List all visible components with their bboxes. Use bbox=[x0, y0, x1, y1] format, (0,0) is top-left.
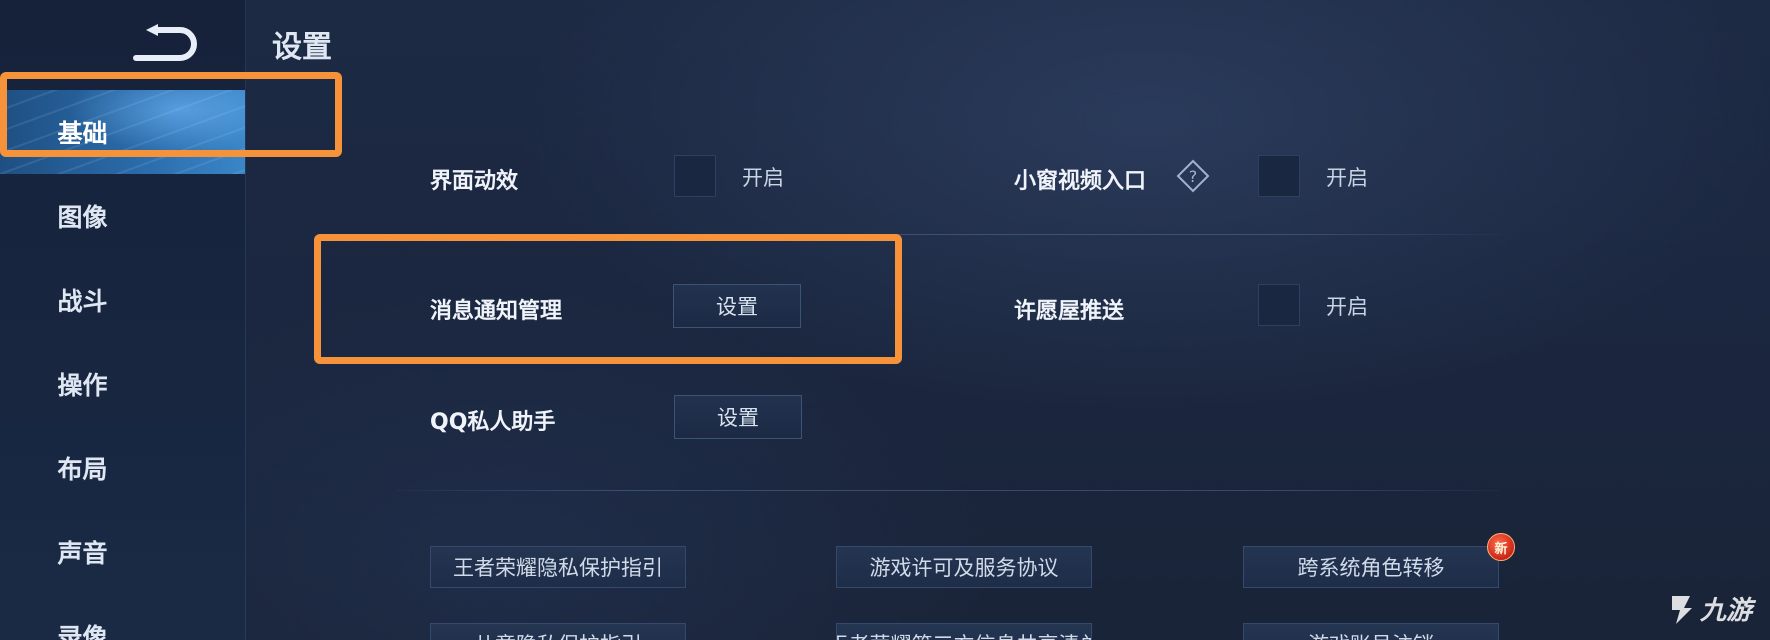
sidebar-item-combat[interactable]: 战斗 bbox=[0, 270, 245, 330]
sidebar-item-replay[interactable]: 录像 bbox=[0, 606, 245, 640]
qq-assistant-settings-button[interactable]: 设置 bbox=[674, 395, 802, 439]
wish-push-checkbox[interactable] bbox=[1258, 284, 1300, 326]
help-icon[interactable]: ? bbox=[1176, 159, 1210, 193]
new-badge: 新 bbox=[1487, 533, 1515, 561]
back-arrow-icon bbox=[133, 24, 197, 61]
wish-push-label: 许愿屋推送 bbox=[1014, 299, 1125, 324]
page-title: 设置 bbox=[272, 30, 332, 65]
notification-mgmt-label: 消息通知管理 bbox=[430, 299, 563, 324]
qq-assistant-label: QQ私人助手 bbox=[430, 410, 556, 435]
sidebar-item-label: 声音 bbox=[57, 539, 108, 568]
back-button[interactable] bbox=[128, 22, 202, 62]
svg-text:?: ? bbox=[1189, 167, 1198, 186]
ui-effects-label: 界面动效 bbox=[430, 169, 519, 194]
mini-video-checkbox[interactable] bbox=[1258, 155, 1300, 197]
row-divider bbox=[400, 234, 1500, 235]
sidebar-item-sound[interactable]: 声音 bbox=[0, 522, 245, 582]
jiuyou-logo-icon bbox=[1671, 595, 1692, 624]
mini-video-option-label: 开启 bbox=[1326, 166, 1368, 190]
sidebar-item-graphics[interactable]: 图像 bbox=[0, 186, 245, 246]
sidebar-item-label: 战斗 bbox=[57, 287, 108, 316]
ui-effects-checkbox[interactable] bbox=[674, 155, 716, 197]
sidebar-item-layout[interactable]: 布局 bbox=[0, 438, 245, 498]
service-agreement-button[interactable]: 游戏许可及服务协议 bbox=[836, 546, 1092, 588]
sidebar-item-label: 录像 bbox=[57, 623, 108, 640]
watermark-text: 九游 bbox=[1699, 596, 1752, 626]
sidebar-item-controls[interactable]: 操作 bbox=[0, 354, 245, 414]
cross-system-transfer-button[interactable]: 跨系统角色转移 bbox=[1243, 546, 1499, 588]
active-tab-glow bbox=[0, 90, 245, 174]
mini-video-label: 小窗视频入口 bbox=[1014, 169, 1147, 194]
watermark: 九游 bbox=[1666, 590, 1752, 627]
sidebar-item-label: 基础 bbox=[57, 119, 108, 148]
privacy-guide-button[interactable]: 王者荣耀隐私保护指引 bbox=[430, 546, 686, 588]
sidebar: 基础 图像 战斗 操作 布局 声音 录像 bbox=[0, 0, 246, 640]
children-privacy-button[interactable]: 儿童隐私保护指引 bbox=[430, 623, 686, 640]
sidebar-item-label: 图像 bbox=[57, 203, 108, 232]
section-divider bbox=[396, 490, 1500, 491]
sidebar-item-label: 布局 bbox=[57, 455, 108, 484]
third-party-sharing-button[interactable]: 王者荣耀第三方信息共享清单 bbox=[836, 623, 1092, 640]
sidebar-item-label: 操作 bbox=[57, 371, 108, 400]
account-deletion-button[interactable]: 游戏账号注销 bbox=[1243, 623, 1499, 640]
wish-push-option-label: 开启 bbox=[1326, 295, 1368, 319]
notification-settings-button[interactable]: 设置 bbox=[673, 284, 801, 328]
ui-effects-option-label: 开启 bbox=[742, 166, 784, 190]
highlight-notification-row bbox=[314, 234, 902, 364]
sidebar-item-basic[interactable]: 基础 bbox=[0, 90, 245, 174]
